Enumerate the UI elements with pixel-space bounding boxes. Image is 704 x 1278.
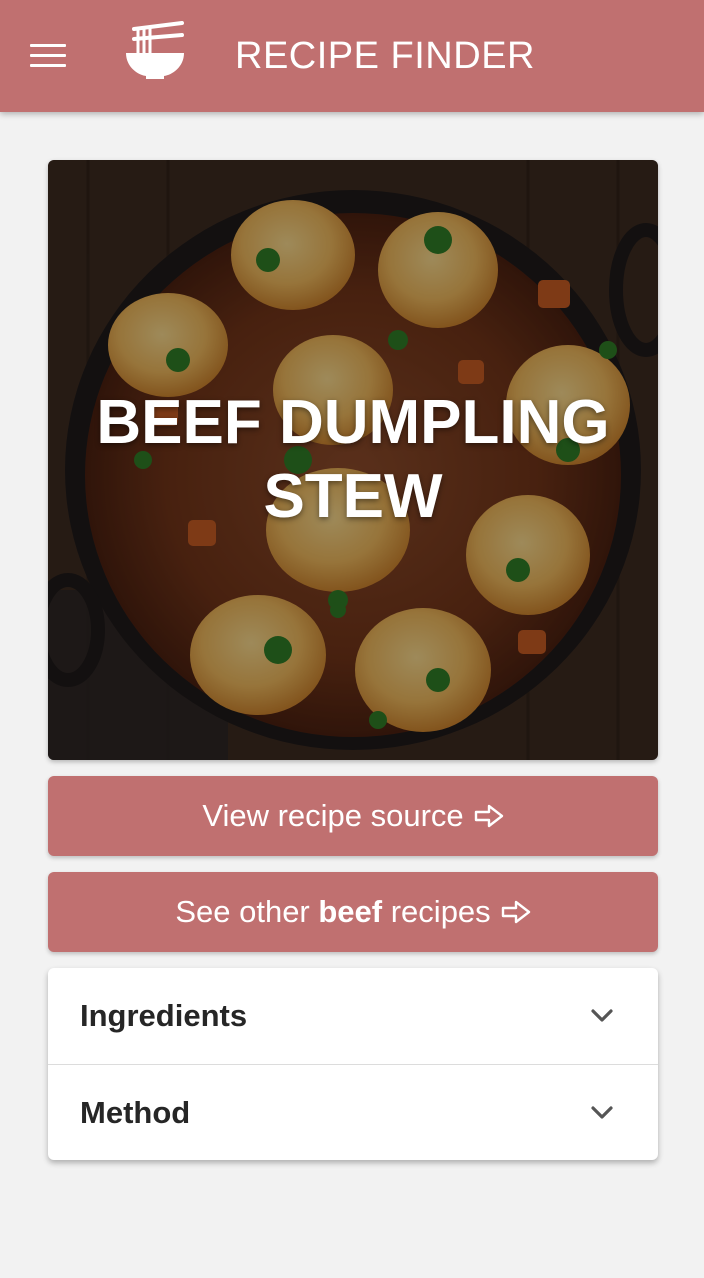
view-recipe-source-button[interactable]: View recipe source xyxy=(48,776,658,856)
see-other-recipes-button[interactable]: See other beef recipes xyxy=(48,872,658,952)
arrow-right-outline-icon xyxy=(501,900,530,924)
hamburger-menu-icon-bar xyxy=(30,54,66,57)
app-bar: RECIPE FINDER xyxy=(0,0,704,112)
arrow-right-outline-icon xyxy=(474,804,503,828)
hamburger-menu-icon xyxy=(30,44,66,47)
app-title: RECIPE FINDER xyxy=(235,35,535,77)
method-label: Method xyxy=(80,1094,191,1130)
ingredients-label: Ingredients xyxy=(80,998,248,1033)
hamburger-menu-icon-bar xyxy=(30,64,66,67)
recipe-title: BEEF DUMPLING STEW xyxy=(96,388,610,531)
recipe-hero-card: BEEF DUMPLING STEW xyxy=(48,160,658,760)
method-section-header[interactable]: Method xyxy=(48,1064,658,1160)
recipe-category-keyword: beef xyxy=(318,894,383,929)
chevron-down-icon xyxy=(591,1105,613,1119)
see-other-suffix: recipes xyxy=(382,894,491,929)
recipe-details-accordion: Ingredients Method xyxy=(48,968,658,1160)
chevron-down-icon xyxy=(591,1009,613,1022)
menu-button[interactable] xyxy=(30,44,66,68)
see-other-prefix: See other xyxy=(175,894,319,929)
ingredients-section-header[interactable]: Ingredients xyxy=(48,968,658,1064)
noodle-bowl-icon xyxy=(126,21,184,79)
view-recipe-source-label: View recipe source xyxy=(202,798,464,833)
